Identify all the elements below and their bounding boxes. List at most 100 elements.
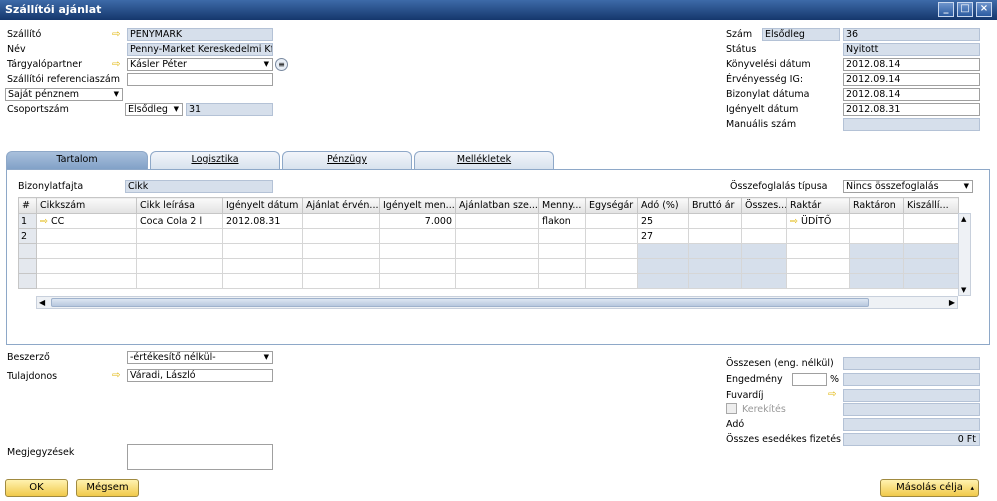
grid-cell[interactable] bbox=[136, 243, 223, 259]
grid-cell[interactable] bbox=[903, 273, 959, 289]
grid-cell[interactable] bbox=[455, 258, 539, 274]
minimize-icon[interactable]: _ bbox=[938, 2, 954, 17]
ok-button[interactable]: OK bbox=[5, 479, 68, 497]
scrollbar-thumb[interactable] bbox=[51, 298, 869, 307]
grid-cell[interactable] bbox=[741, 273, 787, 289]
grid-cell[interactable] bbox=[538, 243, 586, 259]
grid-cell[interactable] bbox=[302, 213, 380, 229]
table-row[interactable] bbox=[18, 273, 959, 289]
grid-cell[interactable] bbox=[585, 258, 638, 274]
grid-cell[interactable] bbox=[741, 243, 787, 259]
grid-cell[interactable] bbox=[379, 228, 456, 244]
grid-cell[interactable] bbox=[786, 228, 850, 244]
column-header[interactable]: Menny... bbox=[538, 197, 586, 214]
grid-cell[interactable] bbox=[903, 213, 959, 229]
grid-cell[interactable] bbox=[903, 243, 959, 259]
grid-cell[interactable] bbox=[903, 258, 959, 274]
chevron-down-icon[interactable]: ▼ bbox=[114, 89, 119, 100]
grid-cell[interactable]: flakon bbox=[538, 213, 586, 229]
grid-cell[interactable] bbox=[136, 228, 223, 244]
rounding-field[interactable] bbox=[843, 403, 980, 416]
table-row[interactable]: 2 27 bbox=[18, 228, 959, 244]
total-due-field[interactable]: 0 Ft bbox=[843, 433, 980, 446]
remarks-textarea[interactable] bbox=[127, 444, 273, 470]
grid-cell[interactable] bbox=[36, 243, 137, 259]
grid-cell[interactable] bbox=[688, 213, 742, 229]
link-arrow-icon[interactable]: ⇨ bbox=[828, 389, 836, 400]
table-row[interactable] bbox=[18, 243, 959, 259]
column-header[interactable]: Adó (%) bbox=[637, 197, 689, 214]
grid-cell[interactable] bbox=[455, 228, 539, 244]
grid-cell[interactable] bbox=[786, 243, 850, 259]
grid-cell[interactable] bbox=[849, 273, 904, 289]
grid-cell[interactable] bbox=[688, 273, 742, 289]
chevron-down-icon[interactable]: ▼ bbox=[174, 104, 179, 115]
grid-cell[interactable] bbox=[585, 228, 638, 244]
grid-cell[interactable] bbox=[302, 273, 380, 289]
grid-cell[interactable] bbox=[688, 228, 742, 244]
grid-cell[interactable] bbox=[903, 228, 959, 244]
row-number[interactable]: 2 bbox=[18, 228, 37, 244]
grid-cell[interactable] bbox=[379, 258, 456, 274]
grid-cell[interactable] bbox=[849, 228, 904, 244]
grid-cell[interactable]: 27 bbox=[637, 228, 689, 244]
grid-cell[interactable] bbox=[455, 243, 539, 259]
link-arrow-icon[interactable]: ⇨ bbox=[40, 216, 48, 227]
grid-cell[interactable] bbox=[786, 258, 850, 274]
grid-cell[interactable] bbox=[455, 213, 539, 229]
tax-field[interactable] bbox=[843, 418, 980, 431]
number-field[interactable]: 36 bbox=[843, 28, 980, 41]
column-header[interactable]: Ajánlat érvén... bbox=[302, 197, 380, 214]
grid-cell[interactable] bbox=[538, 228, 586, 244]
doc-type-field[interactable]: Cikk bbox=[125, 180, 273, 193]
column-header[interactable]: # bbox=[18, 197, 37, 214]
column-header[interactable]: Kiszállí... bbox=[903, 197, 959, 214]
column-header[interactable]: Bruttó ár bbox=[688, 197, 742, 214]
currency-combo[interactable]: Saját pénznem ▼ bbox=[5, 88, 123, 101]
tab-logistics[interactable]: Logisztika bbox=[150, 151, 280, 169]
grid-cell[interactable] bbox=[585, 213, 638, 229]
owner-field[interactable]: Váradi, László bbox=[127, 369, 273, 382]
grid-cell[interactable] bbox=[222, 243, 303, 259]
grid-cell[interactable] bbox=[849, 258, 904, 274]
column-header[interactable]: Összes... bbox=[741, 197, 787, 214]
grid-cell[interactable] bbox=[688, 258, 742, 274]
grid-cell[interactable] bbox=[637, 273, 689, 289]
summary-type-combo[interactable]: Nincs összefoglalás ▼ bbox=[843, 180, 973, 193]
vertical-scrollbar[interactable]: ▲ ▼ bbox=[958, 213, 971, 296]
grid-cell[interactable] bbox=[538, 258, 586, 274]
row-number[interactable] bbox=[18, 273, 37, 289]
grid-cell[interactable] bbox=[36, 258, 137, 274]
grid-cell[interactable] bbox=[585, 243, 638, 259]
grid-cell[interactable]: 2012.08.31 bbox=[222, 213, 303, 229]
buyer-combo[interactable]: -értékesítő nélkül- ▼ bbox=[127, 351, 273, 364]
chevron-down-icon[interactable]: ▼ bbox=[264, 59, 269, 70]
grid-cell[interactable]: ⇨ ÜDÍTŐ bbox=[786, 213, 850, 229]
table-row[interactable]: 1 ⇨ CC Coca Cola 2 l 2012.08.31 7.000 fl… bbox=[18, 213, 959, 229]
freight-field[interactable] bbox=[843, 389, 980, 402]
link-arrow-icon[interactable]: ⇨ bbox=[112, 59, 120, 70]
column-header[interactable]: Cikk leírása bbox=[136, 197, 223, 214]
grid-cell[interactable] bbox=[585, 273, 638, 289]
maximize-icon[interactable]: □ bbox=[957, 2, 973, 17]
horizontal-scrollbar[interactable]: ◀ ▶ bbox=[36, 296, 958, 309]
row-number[interactable]: 1 bbox=[18, 213, 37, 229]
link-arrow-icon[interactable]: ⇨ bbox=[112, 29, 120, 40]
vendor-name-field[interactable]: Penny-Market Kereskedelmi Kft. bbox=[127, 43, 273, 56]
rounding-checkbox[interactable] bbox=[726, 403, 737, 414]
required-date-field[interactable]: 2012.08.31 bbox=[843, 103, 980, 116]
posting-date-field[interactable]: 2012.08.14 bbox=[843, 58, 980, 71]
copy-to-button[interactable]: Másolás célja ▴ bbox=[880, 479, 979, 497]
total-before-discount-field[interactable] bbox=[843, 357, 980, 370]
vendor-field[interactable]: PENYMARK bbox=[127, 28, 273, 41]
status-field[interactable]: Nyitott bbox=[843, 43, 980, 56]
scroll-left-icon[interactable]: ◀ bbox=[39, 297, 45, 308]
grid-cell[interactable] bbox=[222, 228, 303, 244]
grid-cell[interactable] bbox=[786, 273, 850, 289]
column-header[interactable]: Egységár bbox=[585, 197, 638, 214]
column-header[interactable]: Cikkszám bbox=[36, 197, 137, 214]
valid-until-field[interactable]: 2012.09.14 bbox=[843, 73, 980, 86]
document-date-field[interactable]: 2012.08.14 bbox=[843, 88, 980, 101]
grid-cell[interactable] bbox=[379, 243, 456, 259]
discount-amount-field[interactable] bbox=[843, 373, 980, 386]
